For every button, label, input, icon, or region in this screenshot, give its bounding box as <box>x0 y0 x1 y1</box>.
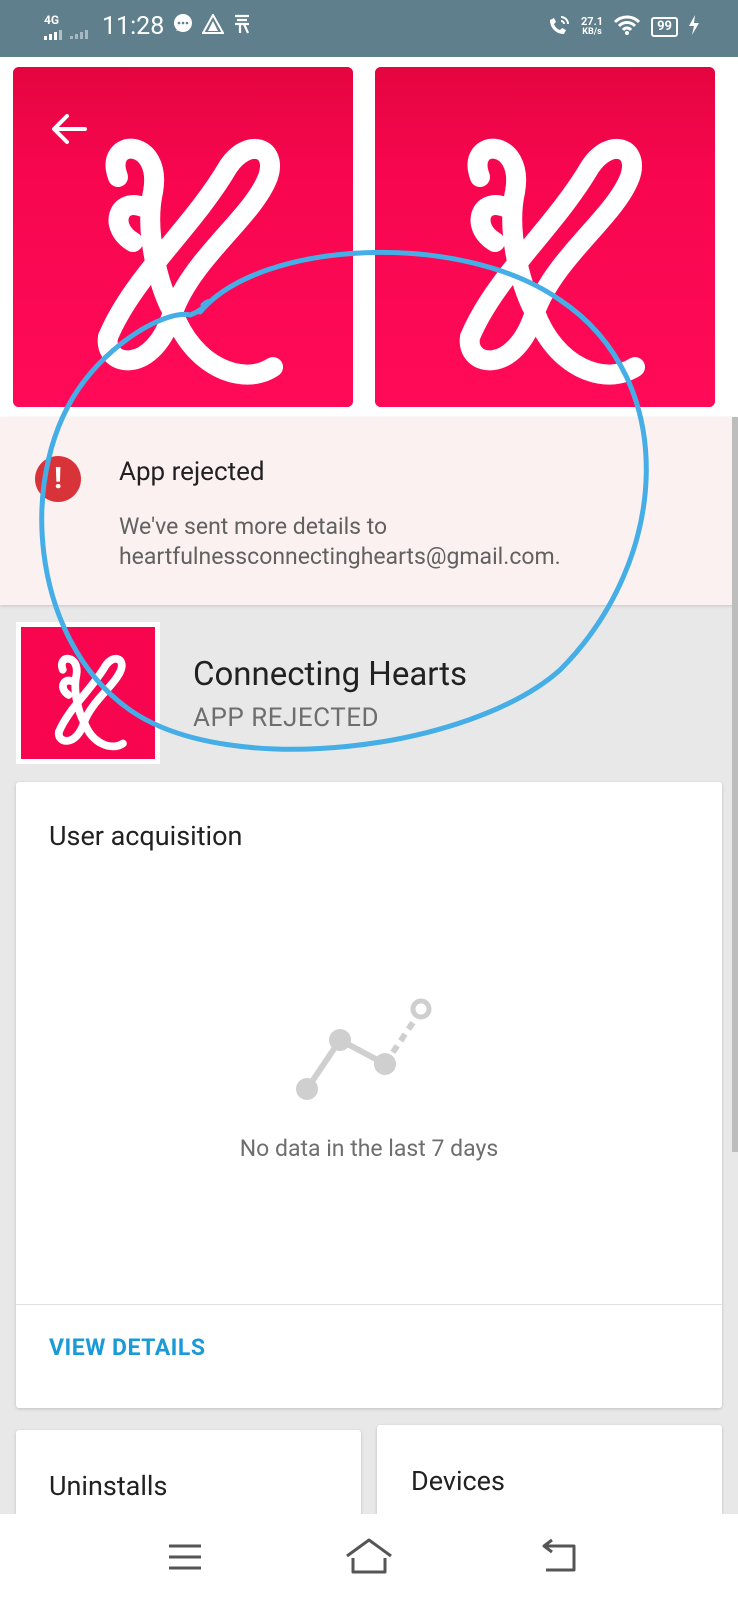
banner-title: App rejected <box>119 457 265 487</box>
devices-title: Devices <box>411 1465 505 1497</box>
back-nav-button[interactable] <box>530 1532 590 1582</box>
system-navigation-bar <box>0 1514 738 1600</box>
empty-chart-icon <box>292 994 442 1108</box>
back-arrow-icon <box>52 114 87 144</box>
menu-button[interactable] <box>155 1532 215 1582</box>
devices-card[interactable]: Devices <box>377 1425 722 1525</box>
app-summary-row: Connecting Hearts APP REJECTED <box>0 612 738 772</box>
feature-graphic-right <box>375 67 715 407</box>
speed-unit: KB/s <box>582 27 602 37</box>
empty-state-message: No data in the last 7 days <box>239 1135 499 1162</box>
charging-icon <box>688 15 700 39</box>
status-right: 27.1 KB/s 99 <box>547 14 700 40</box>
uninstalls-title: Uninstalls <box>49 1470 168 1502</box>
battery-icon: 99 <box>651 17 678 37</box>
banner-message-line1: We've sent more details to <box>119 513 388 540</box>
menu-icon <box>169 1544 201 1570</box>
user-acquisition-card: User acquisition No data in the last 7 d… <box>16 782 722 1408</box>
back-icon <box>542 1538 576 1572</box>
app-name: Connecting Hearts <box>193 655 468 694</box>
status-bar: 4G 11:28 27.1 KB/s 99 <box>0 0 738 57</box>
second-signal-icon <box>70 25 88 39</box>
status-left: 4G 11:28 <box>44 12 252 41</box>
feature-graphic-left <box>13 67 353 407</box>
app-icon-frame <box>16 622 160 764</box>
network-type: 4G <box>44 12 60 27</box>
mobile-signal-icon: 4G <box>44 14 62 40</box>
wifi-icon <box>613 14 641 40</box>
card-divider <box>16 1304 722 1305</box>
view-details-button[interactable]: VIEW DETAILS <box>49 1334 205 1361</box>
speed-value: 27.1 <box>580 15 604 28</box>
app-status: APP REJECTED <box>193 703 380 733</box>
message-icon <box>172 13 194 40</box>
card-title: User acquisition <box>49 820 243 852</box>
network-speed: 27.1 KB/s <box>581 16 603 38</box>
back-button[interactable] <box>47 107 91 151</box>
home-icon <box>346 1538 392 1574</box>
banner-message-email: heartfulnessconnectinghearts@gmail.com. <box>119 543 561 570</box>
feature-graphic-area <box>0 57 738 417</box>
wifi-calling-icon <box>547 14 571 40</box>
notification-icon <box>201 12 225 39</box>
scrollbar[interactable] <box>732 417 738 1152</box>
app-rejected-banner: ! App rejected We've sent more details t… <box>0 417 738 605</box>
banner-message: We've sent more details to heartfulnessc… <box>119 512 561 572</box>
home-button[interactable] <box>339 1532 399 1582</box>
app-logo-icon <box>21 627 155 759</box>
clock: 11:28 <box>102 12 165 41</box>
error-icon: ! <box>35 456 81 502</box>
app-notification-icon <box>232 13 252 40</box>
